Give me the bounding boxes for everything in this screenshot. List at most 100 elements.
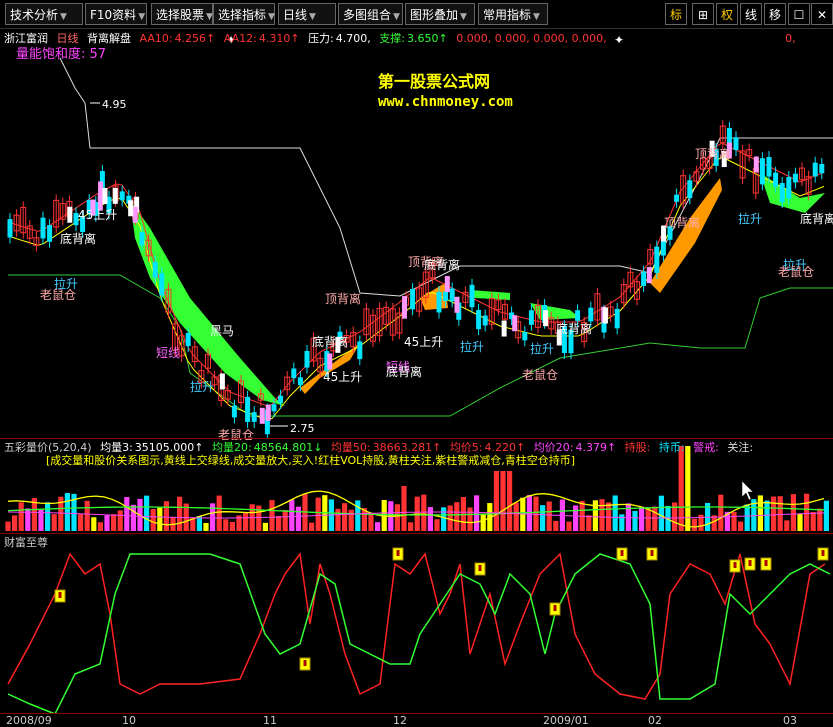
toolbar-button-3[interactable]: 选择指标 ▼ (213, 3, 275, 25)
volume-bar (309, 522, 315, 531)
chevron-down-icon: ▼ (460, 12, 467, 22)
toolbar-button-7[interactable]: 常用指标 ▼ (478, 3, 548, 25)
toolbar-button-5[interactable]: 多图组合 ▼ (338, 3, 403, 25)
signal-label: 顶背离 (695, 147, 732, 161)
candle-body (469, 284, 475, 308)
chevron-down-icon: ▼ (533, 12, 540, 22)
oscillator-panel[interactable]: 财富至尊 (0, 533, 833, 714)
hold-label: 持股: (624, 441, 651, 454)
candle-body-alt (112, 187, 118, 204)
candle-body-alt (646, 267, 652, 284)
candle-body (357, 341, 363, 360)
toolbar-right-button-0[interactable]: 标 (665, 3, 687, 25)
toolbar-right-button-1[interactable]: ⊞ (692, 3, 714, 25)
aa12-label: AA12: (223, 32, 257, 45)
candle-body (641, 271, 647, 286)
chevron-down-icon: ▼ (268, 12, 275, 22)
toolbar-button-4[interactable]: 日线 ▼ (278, 3, 336, 25)
volume-bar (718, 494, 724, 531)
candle-body-alt (219, 373, 225, 390)
volume-bar (500, 471, 506, 531)
signal-label: 底背离 (312, 335, 349, 349)
volume-bar (315, 497, 321, 531)
candle-body (304, 351, 310, 368)
candle-body-alt (543, 310, 549, 327)
signal-label: 拉升 (460, 340, 485, 354)
volume-bar (645, 507, 651, 531)
chevron-down-icon: ▼ (60, 12, 67, 22)
signal-marker-inner (748, 560, 752, 566)
watermark-title: 第一股票公式网 (378, 72, 491, 91)
date-tick: 2008/09 (6, 714, 52, 727)
toolbar-right-button-2[interactable]: 权 (716, 3, 738, 25)
volume-bar (163, 501, 169, 531)
volume-bar (78, 514, 84, 531)
max-price-label: 4.95 (102, 98, 127, 111)
candle-body (654, 246, 660, 273)
volume-bar (229, 521, 235, 531)
date-tick: 12 (393, 714, 407, 727)
volume-bar (408, 522, 414, 531)
pressure-label: 压力: (308, 32, 334, 45)
oscillator-name: 财富至尊 (4, 536, 48, 549)
chevron-down-icon: ▼ (393, 12, 400, 22)
oscillator-chart-canvas[interactable] (0, 534, 833, 714)
signal-label: 底背离 (800, 212, 833, 226)
volume-bar (295, 506, 301, 531)
support-value: 3.650↑ (407, 32, 448, 45)
signal-label: 老鼠仓 (522, 368, 559, 382)
signal-label: 45上升 (78, 208, 118, 222)
candle-body (40, 217, 46, 239)
candle-body-alt (265, 404, 271, 421)
date-tick: 2009/01 (543, 714, 589, 727)
volume-bar (262, 522, 268, 531)
volume-bar (784, 520, 790, 531)
toolbar-button-label: F10资料 (90, 8, 137, 22)
toolbar-button-label: 选择指标 (218, 8, 267, 22)
toolbar-button-label: 图形叠加 (410, 8, 459, 22)
main-header: 浙江富润 日线 背离解盘 AA10: 4.256↑ AA12: 4.310↑ 压力:… (4, 30, 801, 46)
candle-body (819, 163, 825, 174)
candle-body (231, 405, 237, 418)
volume-bar (777, 496, 783, 531)
volume-bar (493, 471, 499, 531)
signal-marker-inner (553, 605, 557, 611)
cursor-icon (741, 480, 754, 501)
toolbar-button-0[interactable]: 技术分析 ▼ (5, 3, 83, 25)
toolbar-right-button-4[interactable]: 移 (764, 3, 786, 25)
volume-bar (553, 520, 559, 531)
saturation-label: 量能饱和度: 57 (16, 47, 107, 62)
volume-bar (18, 502, 24, 531)
candle-body (687, 180, 693, 199)
candle-body (759, 158, 765, 185)
date-tick: 11 (263, 714, 277, 727)
volume-bar (573, 505, 579, 531)
candle-body-alt (454, 296, 460, 313)
toolbar-right-button-3[interactable]: 线 (740, 3, 762, 25)
toolbar-right-button-6[interactable]: ✕ (811, 3, 833, 25)
volume-bar (12, 515, 18, 531)
chevron-down-icon: ▼ (206, 12, 213, 22)
price-chart-panel[interactable]: ✦ ✦ 浙江富润 日线 背离解盘 AA10: 4.256↑ AA12: 4.310↑ … (0, 28, 833, 442)
min-price-label: 2.75 (290, 422, 315, 435)
toolbar-button-6[interactable]: 图形叠加 ▼ (405, 3, 475, 25)
zero-values: 0.000, 0.000, 0.000, 0.000, (456, 32, 607, 45)
date-tick: 02 (648, 714, 662, 727)
aa10-value: 4.256↑ (174, 32, 216, 45)
toolbar-right-button-5[interactable]: ☐ (788, 3, 810, 25)
candle-body (436, 291, 442, 313)
signal-label: 老鼠仓 (40, 288, 77, 302)
toolbar-button-2[interactable]: 选择股票 ▼ (151, 3, 213, 25)
volume-panel[interactable]: 五彩量价(5,20,4) 均量3: 35105.000↑ 均量20: 48564.8… (0, 438, 833, 534)
candle-body (251, 412, 257, 422)
signal-marker-inner (733, 562, 737, 568)
volume-bar (269, 500, 275, 531)
signal-label: 顶背离 (664, 216, 701, 230)
date-tick: 10 (122, 714, 136, 727)
candle-body-alt (402, 296, 408, 313)
volume-bar (203, 522, 209, 531)
toolbar-button-1[interactable]: F10资料 ▼ (85, 3, 147, 25)
volume-bar (566, 521, 572, 531)
volume-bar (823, 500, 829, 531)
volume-bar (467, 507, 473, 531)
